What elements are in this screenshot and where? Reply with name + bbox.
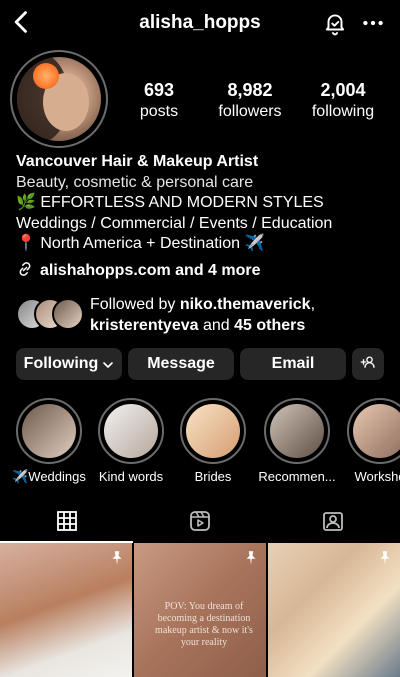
following-button[interactable]: Following [16, 348, 122, 380]
pin-icon [242, 549, 260, 567]
mutual-prefix: Followed by [90, 296, 180, 313]
profile-bio: Vancouver Hair & Makeup Artist Beauty, c… [16, 152, 386, 255]
email-button-label: Email [271, 355, 315, 372]
highlight-label: Kind words [98, 469, 164, 484]
story-highlight[interactable]: Worksho [340, 398, 400, 484]
avatar [52, 298, 84, 330]
mutual-user-2[interactable]: kristerentyeva [90, 317, 199, 334]
bio-title: Vancouver Hair & Makeup Artist [16, 153, 259, 170]
followers-count: 8,982 [227, 80, 273, 100]
top-bar: alisha_hopps [0, 0, 400, 46]
pin-icon [376, 549, 394, 567]
bio-link[interactable]: alishahopps.com and 4 more [16, 260, 386, 280]
add-user-icon [359, 353, 377, 376]
profile-tabs [0, 500, 400, 543]
story-highlight[interactable]: Brides [173, 398, 253, 484]
tab-reels[interactable] [133, 500, 266, 542]
posts-label: posts [139, 103, 179, 120]
notification-bell-icon[interactable] [322, 10, 348, 36]
highlight-label: Recommen... [258, 469, 336, 484]
profile-avatar[interactable] [10, 50, 108, 148]
mutual-separator: , [310, 296, 316, 313]
mutual-others[interactable]: 45 others [234, 317, 305, 334]
following-label: following [311, 103, 375, 120]
bio-line: Weddings / Commercial / Events / Educati… [16, 214, 333, 232]
story-highlight[interactable]: Kind words [91, 398, 171, 484]
post-thumbnail[interactable] [268, 543, 400, 677]
highlight-cover [186, 404, 240, 458]
highlight-label: Brides [194, 469, 232, 484]
mutual-avatars [16, 298, 84, 330]
posts-grid: POV: You dream of becoming a destination… [0, 543, 400, 677]
avatar-image [17, 57, 101, 141]
post-thumbnail[interactable] [0, 543, 132, 677]
more-icon[interactable] [360, 10, 386, 36]
bio-link-text[interactable]: alishahopps.com and 4 more [40, 262, 261, 279]
highlight-label: ✈️Weddings [12, 469, 86, 484]
following-stat[interactable]: 2,004 following [306, 80, 380, 121]
mutual-followers[interactable]: Followed by niko.themaverick, kristerent… [16, 294, 386, 338]
post-overlay-text: POV: You dream of becoming a destination… [155, 601, 253, 648]
chevron-down-icon [102, 358, 114, 370]
followers-stat[interactable]: 8,982 followers [210, 80, 290, 121]
mutual-user-1[interactable]: niko.themaverick [180, 296, 311, 313]
mutual-followers-text: Followed by niko.themaverick, kristerent… [90, 294, 315, 336]
message-button[interactable]: Message [128, 348, 234, 380]
story-highlight[interactable]: Recommen... [257, 398, 337, 484]
link-icon [16, 260, 34, 278]
followers-label: followers [218, 103, 282, 120]
reels-icon [188, 509, 212, 533]
tagged-icon [321, 509, 345, 533]
highlight-cover [104, 404, 158, 458]
bio-line: 📍 North America + Destination ✈️ [16, 235, 265, 252]
highlight-label: Worksho [354, 469, 400, 484]
following-button-label: Following [23, 355, 99, 372]
mutual-connector: and [198, 317, 235, 334]
posts-stat[interactable]: 693 posts [132, 80, 186, 121]
message-button-label: Message [147, 355, 215, 372]
tab-tagged[interactable] [266, 500, 399, 542]
email-button[interactable]: Email [240, 348, 346, 380]
bio-line: 🌿 EFFORTLESS AND MODERN STYLES [16, 194, 324, 211]
story-highlight[interactable]: ✈️Weddings [9, 398, 89, 485]
post-thumbnail[interactable]: POV: You dream of becoming a destination… [134, 543, 266, 677]
grid-icon [55, 509, 79, 533]
following-count: 2,004 [320, 80, 366, 100]
tab-posts-grid[interactable] [0, 500, 133, 542]
add-user-button[interactable] [352, 348, 384, 380]
highlight-cover [22, 404, 76, 458]
posts-count: 693 [143, 80, 175, 100]
highlight-cover [353, 404, 400, 458]
pin-icon [108, 549, 126, 567]
bio-category[interactable]: Beauty, cosmetic & personal care [16, 173, 386, 194]
highlight-cover [270, 404, 324, 458]
